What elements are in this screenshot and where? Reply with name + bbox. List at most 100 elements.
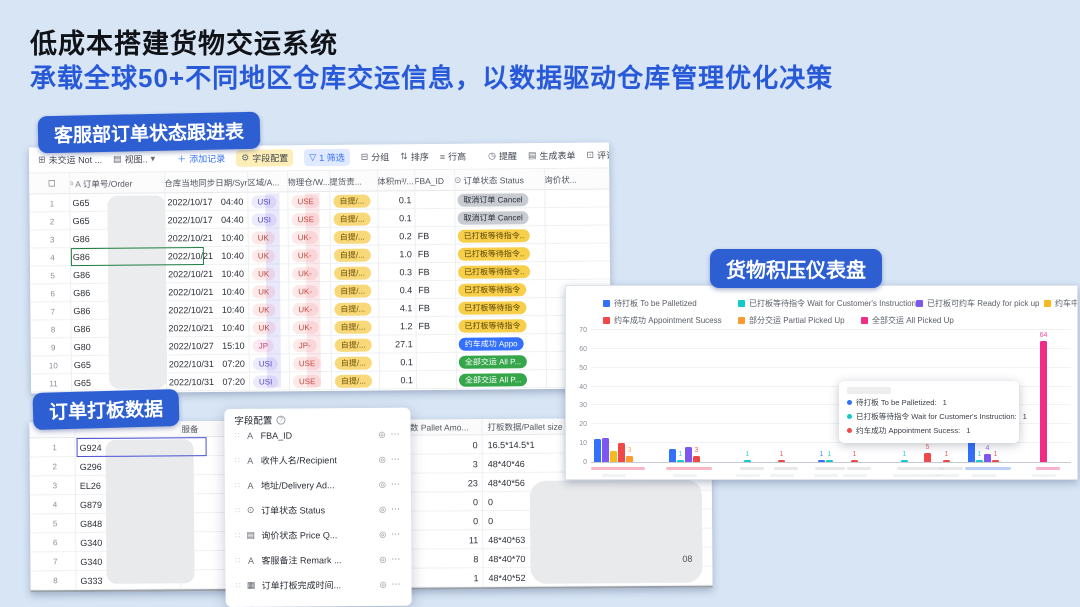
column-header[interactable]: 物理仓/W... [287, 171, 329, 192]
more-icon[interactable]: ⋯ [391, 504, 401, 515]
more-icon[interactable]: ⋯ [392, 579, 402, 590]
eye-icon[interactable]: ◎ [379, 555, 386, 564]
status-cell[interactable]: 取消订单 Cancel [457, 190, 543, 209]
row-number-cell[interactable]: 10 [36, 356, 71, 374]
select-all-checkbox[interactable]: ☐ [48, 178, 56, 189]
pickup-cell[interactable]: 自提/... [335, 335, 379, 353]
eye-icon[interactable]: ◎ [379, 530, 386, 539]
pickup-cell[interactable]: 自提/... [335, 353, 379, 371]
chart-bar[interactable] [594, 439, 601, 462]
sync-date-cell[interactable]: 2022/10/2110:40 [168, 319, 244, 338]
pickup-cell[interactable]: 自提/... [334, 263, 378, 281]
row-number-cell[interactable]: 2 [35, 212, 70, 230]
column-header[interactable]: aA订单号/Order [69, 172, 164, 194]
chart-bar[interactable] [685, 447, 692, 462]
fba-id-cell[interactable]: FB [418, 299, 454, 317]
toolbar-filter-button[interactable]: ▽1 筛选 [304, 149, 350, 166]
column-header[interactable]: FBA_ID [414, 170, 454, 191]
drag-handle-icon[interactable]: ∷ [236, 581, 241, 590]
row-number-cell[interactable]: 4 [35, 495, 75, 514]
more-icon[interactable]: ⋯ [390, 429, 400, 440]
status-cell[interactable]: 已打板等待指令.. [458, 244, 544, 263]
more-icon[interactable]: ⋯ [391, 454, 401, 465]
column-header[interactable]: 区域/A... [247, 171, 287, 192]
pickup-cell[interactable]: 自提/... [335, 371, 379, 389]
chart-bar[interactable] [618, 443, 625, 462]
volume-cell[interactable]: 4.1 [378, 299, 412, 317]
toolbar-group-button[interactable]: ⊟分组 [361, 150, 390, 163]
fba-id-cell[interactable] [419, 353, 455, 371]
row-number-cell[interactable]: 8 [35, 571, 75, 590]
drag-handle-icon[interactable]: ∷ [235, 556, 240, 565]
row-number-cell[interactable]: 6 [35, 533, 75, 552]
toolbar-add-record-button[interactable]: ＋添加记录 [177, 152, 225, 165]
sync-date-cell[interactable]: 2022/10/2110:40 [168, 265, 244, 284]
row-number-cell[interactable]: 4 [35, 248, 70, 266]
help-icon[interactable]: ? [276, 415, 285, 424]
toolbar-field-config-button[interactable]: ⚙字段配置 [236, 149, 293, 166]
toolbar-comment-button[interactable]: ⊡评论 [586, 148, 611, 161]
row-number-cell[interactable]: 2 [35, 457, 75, 476]
status-cell[interactable]: 已打板等待指令 [458, 316, 544, 335]
column-header[interactable]: ⊙订单状态 Status [454, 169, 544, 191]
sync-date-cell[interactable]: 2022/10/1704:40 [167, 193, 243, 212]
column-header[interactable]: 询价状... [544, 168, 606, 190]
status-cell[interactable]: 已打板等待指令 [458, 298, 544, 317]
row-number-cell[interactable]: 7 [35, 552, 75, 571]
legend-item[interactable]: 已打板等待指令 Wait for Customer's Instruction [738, 298, 916, 309]
pickup-cell[interactable]: 自提/... [333, 209, 377, 227]
column-header[interactable]: 仓库当地同步日期/Syn... [164, 172, 247, 194]
more-icon[interactable]: ⋯ [391, 479, 401, 490]
drag-handle-icon[interactable]: ∷ [235, 456, 240, 465]
chart-bar[interactable] [901, 460, 908, 462]
field-config-item[interactable]: ∷▤询价状态 Price Q...◎⋯ [225, 522, 411, 548]
chart-bar[interactable] [669, 449, 676, 462]
chart-bar[interactable] [976, 460, 983, 462]
legend-item[interactable]: 约车成功 Appointment Sucess [603, 315, 722, 326]
field-config-item[interactable]: ∷A客服备注 Remark ...◎⋯ [225, 547, 411, 573]
volume-cell[interactable]: 1.2 [378, 317, 412, 335]
legend-item[interactable]: 已打板可约车 Ready for pick up [916, 298, 1039, 309]
chart-bar[interactable] [992, 460, 999, 462]
toolbar-remind-button[interactable]: ◷提醒 [488, 149, 517, 162]
legend-item[interactable]: 约车中 booking truc [1044, 298, 1078, 309]
drag-handle-icon[interactable]: ∷ [235, 506, 240, 515]
column-header[interactable]: 提货责... [329, 170, 377, 191]
row-number-cell[interactable]: 5 [35, 514, 75, 533]
volume-cell[interactable]: 27.1 [379, 335, 413, 353]
chart-bar[interactable] [744, 460, 751, 462]
field-config-item[interactable]: ∷A收件人名/Recipient◎⋯ [225, 447, 411, 473]
volume-cell[interactable]: 0.1 [379, 371, 413, 389]
sync-date-cell[interactable]: 2022/10/3107:20 [169, 355, 245, 374]
chart-bar[interactable] [818, 460, 825, 462]
chart-bar[interactable] [677, 460, 684, 462]
row-number-cell[interactable]: 7 [35, 302, 70, 320]
fba-id-cell[interactable]: FB [418, 317, 454, 335]
sync-date-cell[interactable]: 2022/10/2110:40 [168, 301, 244, 320]
chart-bar[interactable] [602, 438, 609, 463]
chart-bar[interactable] [778, 460, 785, 462]
fba-id-cell[interactable] [419, 335, 455, 353]
field-config-item[interactable]: ∷⊙订单状态 Status◎⋯ [225, 497, 411, 523]
volume-cell[interactable]: 0.4 [378, 281, 412, 299]
fba-id-cell[interactable]: FB [418, 245, 454, 263]
fba-id-cell[interactable]: FB [418, 227, 454, 245]
column-header[interactable]: 体积m³/... [377, 170, 414, 191]
status-cell[interactable]: 取消订单 Cancel [457, 208, 543, 227]
sync-date-cell[interactable]: 2022/10/2110:40 [168, 229, 244, 248]
pickup-cell[interactable]: 自提/... [334, 317, 378, 335]
fba-id-cell[interactable] [417, 209, 453, 227]
fba-id-cell[interactable]: FB [418, 281, 454, 299]
status-cell[interactable]: 已打板等待指令.. [458, 226, 544, 245]
toolbar-row-height-button[interactable]: ≡行高 [440, 150, 466, 163]
sync-date-cell[interactable]: 2022/10/2110:40 [168, 283, 244, 302]
status-cell[interactable]: 全部交运 All P... [459, 352, 545, 371]
sync-date-cell[interactable]: 2022/10/2715:10 [169, 337, 245, 356]
volume-cell[interactable]: 0.2 [378, 227, 412, 245]
row-number-cell[interactable]: 11 [36, 374, 71, 392]
eye-icon[interactable]: ◎ [379, 505, 386, 514]
field-config-item[interactable]: ∷A地址/Delivery Ad...◎⋯ [225, 472, 411, 498]
chart-bar[interactable] [943, 460, 950, 462]
fba-id-cell[interactable] [419, 371, 455, 389]
eye-icon[interactable]: ◎ [379, 480, 386, 489]
